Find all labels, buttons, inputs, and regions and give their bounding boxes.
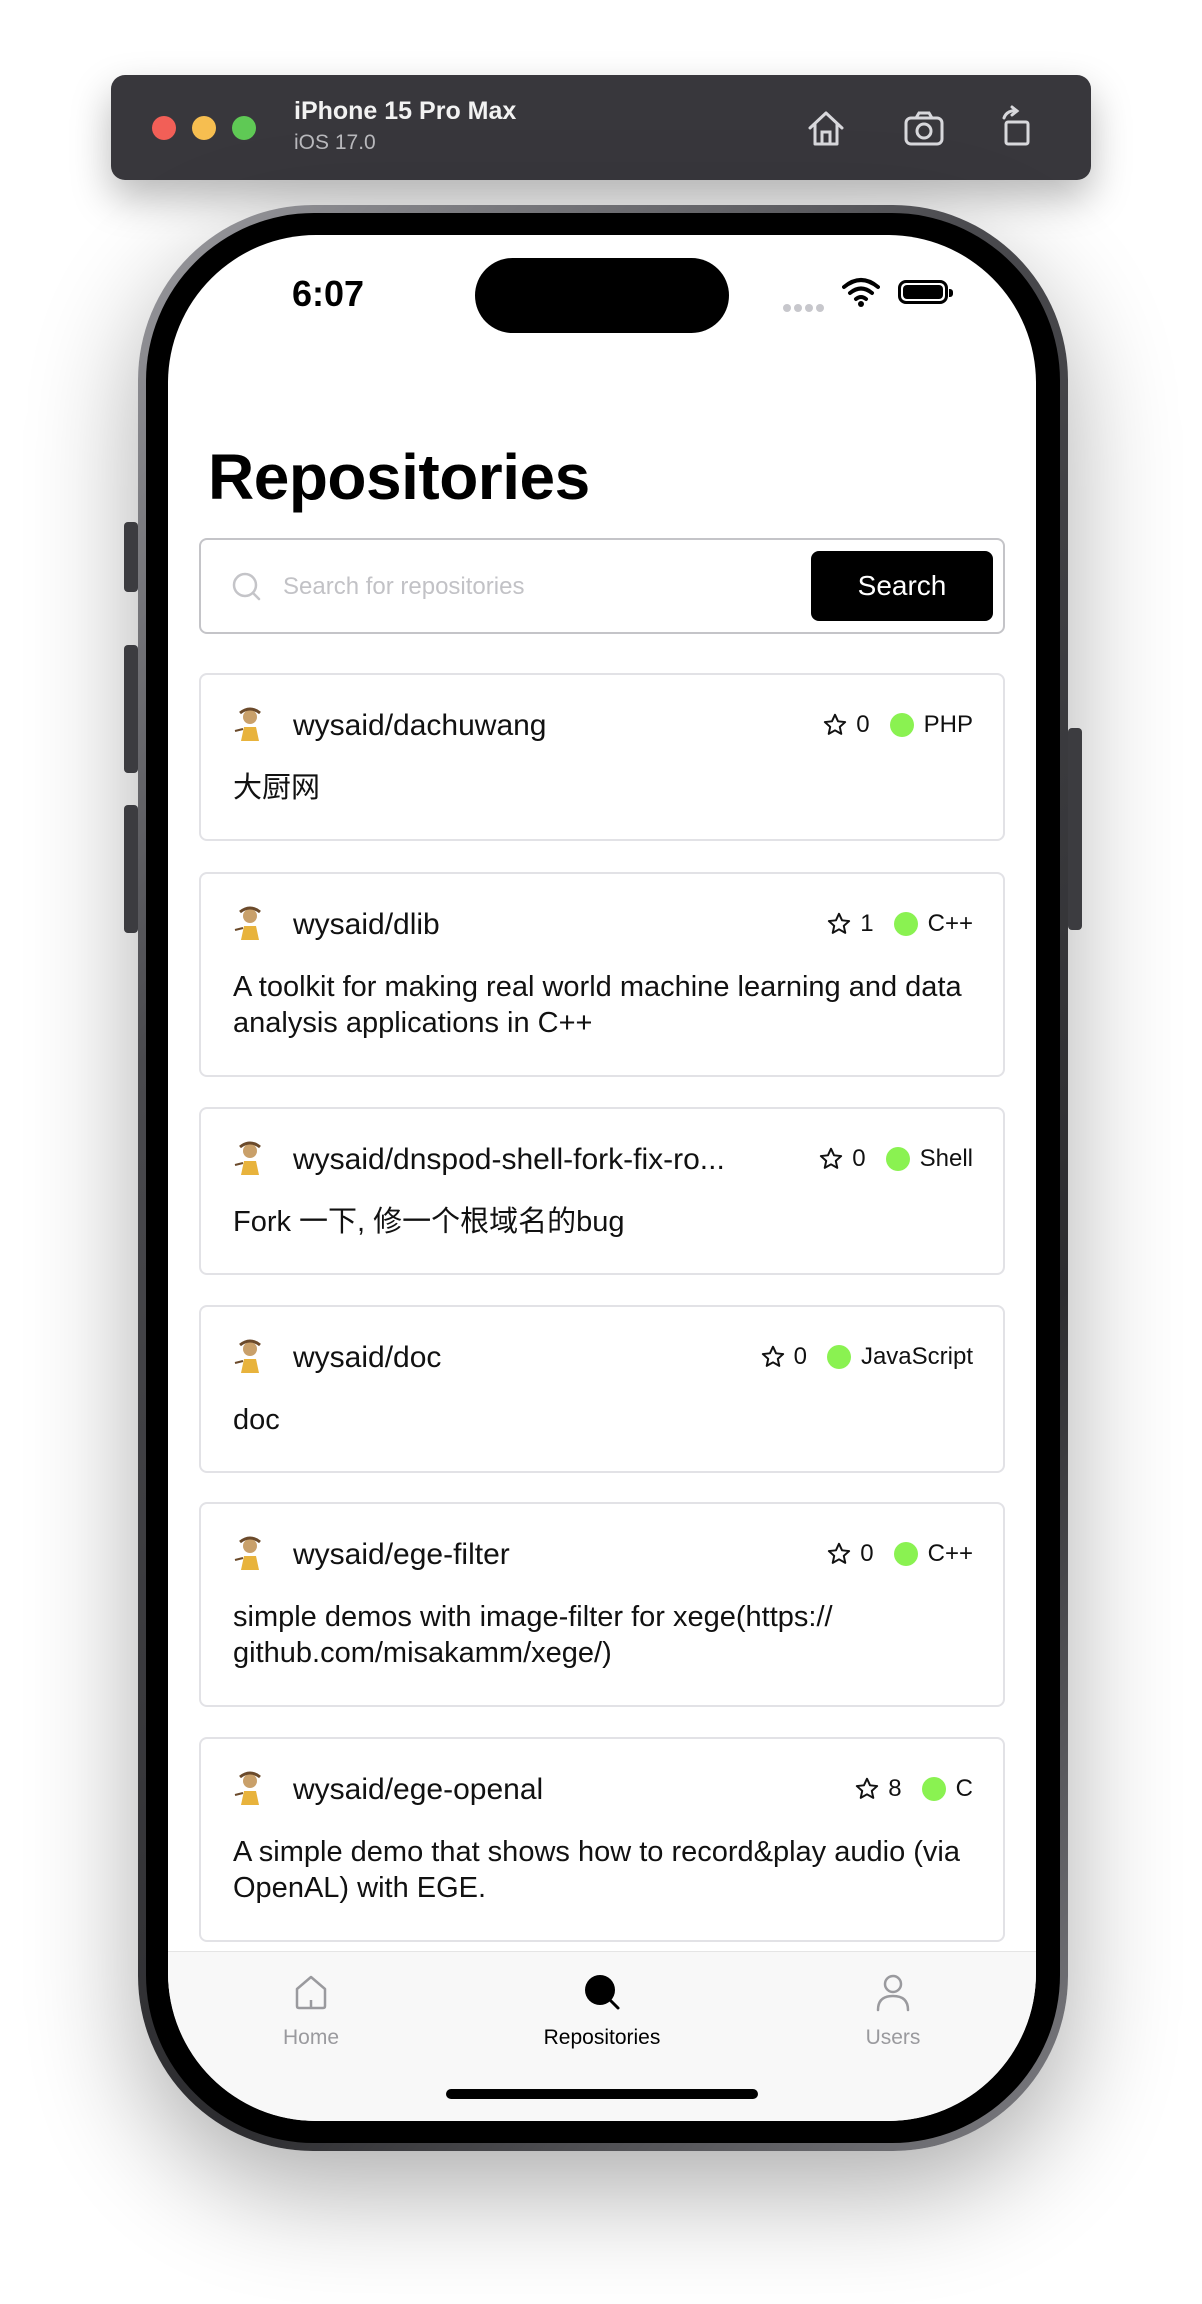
repo-meta: 0 C++ (826, 1540, 973, 1568)
action-button (124, 522, 138, 592)
avatar (234, 1339, 261, 1373)
repo-card[interactable]: wysaid/dlib 1 C++ A toolkit for making r… (199, 872, 1005, 1077)
repo-name[interactable]: wysaid/ege-openal (293, 1773, 543, 1807)
language-dot (826, 1345, 851, 1369)
star-count: 0 (852, 1145, 866, 1172)
tab-users[interactable]: Users (793, 1970, 993, 2050)
star-icon (828, 912, 851, 934)
home-button-icon[interactable] (802, 104, 850, 152)
simulator-device-name: iPhone 15 Pro Max (294, 97, 517, 125)
tab-home[interactable]: Home (211, 1970, 411, 2050)
search-icon (585, 1975, 620, 2010)
star-count: 0 (860, 1540, 874, 1567)
repo-name[interactable]: wysaid/dnspod-shell-fork-fix-ro... (293, 1143, 725, 1177)
repo-name[interactable]: wysaid/dachuwang (293, 709, 547, 743)
repo-description: A toolkit for making real world machine … (233, 971, 962, 1039)
repo-description: Fork 一下, 修一个根域名的bug (233, 1206, 625, 1238)
page-title: Repositories (208, 441, 590, 513)
repo-language: Shell (919, 1145, 973, 1172)
repo-meta: 0 Shell (818, 1145, 973, 1173)
rotate-device-icon[interactable] (992, 104, 1040, 152)
avatar (234, 1141, 261, 1175)
avatar (234, 1536, 261, 1570)
repo-meta: 1 C++ (826, 910, 973, 938)
star-count: 0 (856, 711, 870, 738)
power-button (1068, 728, 1082, 930)
volume-down-button (124, 805, 138, 933)
repo-meta: 0 PHP (822, 711, 973, 739)
close-window-button[interactable] (152, 116, 176, 140)
language-dot (893, 1542, 918, 1566)
simulator-os-version: iOS 17.0 (294, 131, 376, 154)
repo-card[interactable]: wysaid/ege-openal 8 C A simple demo that… (199, 1737, 1005, 1942)
repo-language: PHP (923, 711, 973, 738)
tab-label: Users (865, 2026, 921, 2049)
repo-language: C++ (927, 910, 973, 937)
search-button[interactable]: Search (811, 551, 993, 621)
battery-icon (898, 280, 953, 304)
repo-language: C++ (927, 1540, 973, 1567)
tab-repositories[interactable]: Repositories (502, 1970, 702, 2050)
repo-description: A simple demo that shows how to record&p… (233, 1836, 960, 1904)
language-dot (921, 1777, 946, 1801)
repo-card[interactable]: wysaid/doc 0 JavaScript doc (199, 1305, 1005, 1473)
dynamic-island (475, 258, 729, 333)
home-icon (295, 1975, 327, 2010)
repo-name[interactable]: wysaid/doc (293, 1341, 441, 1375)
repo-language: JavaScript (860, 1343, 973, 1370)
star-icon (828, 1542, 851, 1564)
language-dot (889, 713, 914, 737)
status-time: 6:07 (292, 273, 365, 314)
star-icon (820, 1147, 843, 1169)
repo-description: doc (233, 1404, 280, 1436)
language-dot (893, 912, 918, 936)
wifi-icon (842, 277, 880, 312)
repo-description: simple demos with image-filter for xege(… (233, 1601, 833, 1669)
star-icon (856, 1777, 879, 1799)
repo-card[interactable]: wysaid/ege-filter 0 C++ simple demos wit… (199, 1502, 1005, 1707)
star-icon (761, 1345, 784, 1367)
tab-label: Home (282, 2026, 340, 2049)
avatar (234, 707, 261, 741)
tab-label: Repositories (543, 2026, 661, 2049)
search-icon (232, 572, 261, 601)
screenshot-camera-icon[interactable] (900, 104, 948, 152)
star-icon (824, 713, 847, 735)
avatar (234, 906, 261, 940)
zoom-window-button[interactable] (232, 116, 256, 140)
repo-meta: 0 JavaScript (760, 1343, 973, 1371)
repo-description: 大厨网 (233, 772, 321, 804)
volume-up-button (124, 645, 138, 773)
search-input[interactable] (281, 560, 805, 614)
repo-language: C (955, 1775, 973, 1802)
language-dot (885, 1147, 910, 1171)
home-indicator (446, 2089, 758, 2099)
repo-card[interactable]: wysaid/dachuwang 0 PHP 大厨网 (199, 673, 1005, 841)
star-count: 0 (793, 1343, 807, 1370)
minimize-window-button[interactable] (192, 116, 216, 140)
repo-meta: 8 C (854, 1775, 973, 1803)
repo-name[interactable]: wysaid/dlib (293, 908, 440, 942)
search-bar: Search (199, 538, 1005, 634)
phone-screen: 6:07 Repositories Search wysaid/dachuwan… (168, 235, 1036, 2121)
repo-card[interactable]: wysaid/dnspod-shell-fork-fix-ro... 0 She… (199, 1107, 1005, 1275)
cellular-signal-icon (783, 299, 827, 317)
avatar (234, 1771, 261, 1805)
repo-name[interactable]: wysaid/ege-filter (293, 1538, 510, 1572)
star-count: 1 (860, 910, 874, 937)
person-icon (876, 1974, 910, 2012)
star-count: 8 (888, 1775, 902, 1802)
